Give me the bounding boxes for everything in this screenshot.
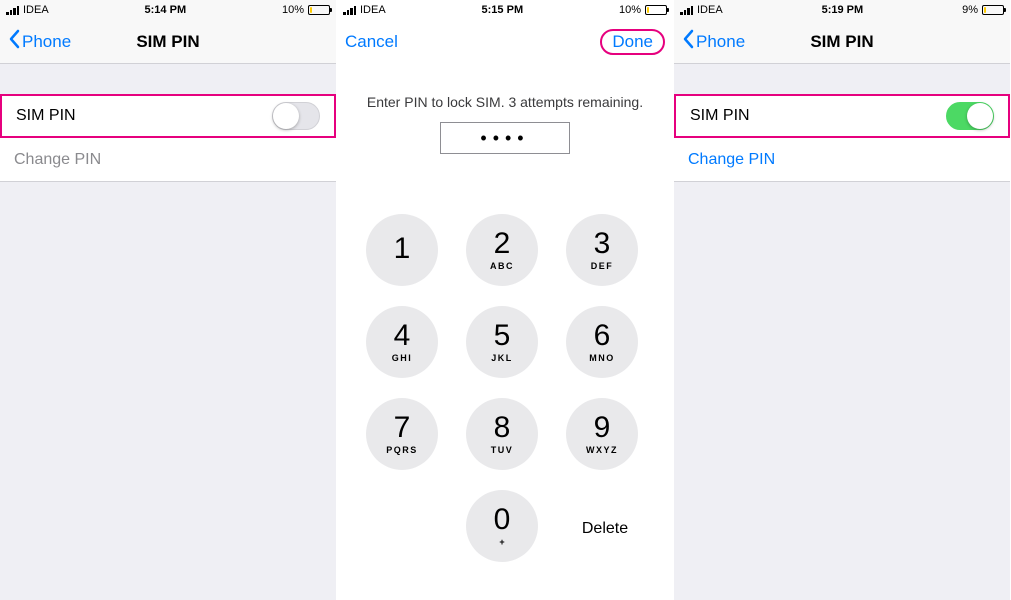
carrier-label: IDEA <box>23 4 49 16</box>
done-label: Done <box>612 31 653 53</box>
done-button[interactable]: Done <box>600 29 665 55</box>
delete-label: Delete <box>582 520 628 538</box>
battery-icon <box>308 5 330 15</box>
cancel-label: Cancel <box>345 32 398 52</box>
battery-icon <box>982 5 1004 15</box>
carrier-label: IDEA <box>360 4 386 16</box>
chevron-left-icon <box>682 29 694 54</box>
back-button[interactable]: Phone <box>682 29 745 54</box>
sim-pin-row[interactable]: SIM PIN <box>0 94 336 138</box>
keypad-key-2[interactable]: 2 ABC <box>466 214 538 286</box>
status-bar: IDEA 5:15 PM 10% <box>337 0 673 20</box>
screen-pin-entry: IDEA 5:15 PM 10% Cancel Done Enter PIN t… <box>337 0 674 600</box>
signal-icon <box>343 5 356 15</box>
pin-field[interactable]: •••• <box>440 122 570 154</box>
signal-icon <box>680 5 693 15</box>
keypad-key-3[interactable]: 3 DEF <box>566 214 638 286</box>
sim-pin-switch[interactable] <box>272 102 320 130</box>
keypad-key-8[interactable]: 8 TUV <box>466 398 538 470</box>
back-button[interactable]: Phone <box>8 29 71 54</box>
keypad-key-6[interactable]: 6 MNO <box>566 306 638 378</box>
keypad-key-0[interactable]: 0 + <box>466 490 538 562</box>
nav-bar: Phone SIM PIN <box>0 20 336 64</box>
battery-icon <box>645 5 667 15</box>
keypad-key-7[interactable]: 7 PQRS <box>366 398 438 470</box>
sim-pin-label: SIM PIN <box>690 107 750 125</box>
status-bar: IDEA 5:14 PM 10% <box>0 0 336 20</box>
change-pin-row[interactable]: Change PIN <box>674 138 1010 182</box>
chevron-left-icon <box>8 29 20 54</box>
keypad-key-5[interactable]: 5 JKL <box>466 306 538 378</box>
change-pin-label: Change PIN <box>688 151 775 169</box>
change-pin-row: Change PIN <box>0 138 336 182</box>
clock-label: 5:15 PM <box>482 4 524 16</box>
pin-masked-value: •••• <box>480 128 529 149</box>
cancel-button[interactable]: Cancel <box>345 32 398 52</box>
keypad-spacer <box>366 490 438 562</box>
keypad-key-1[interactable]: 1 <box>366 214 438 286</box>
change-pin-label: Change PIN <box>14 151 101 169</box>
battery-percent: 10% <box>282 4 304 16</box>
signal-icon <box>6 5 19 15</box>
sim-pin-row[interactable]: SIM PIN <box>674 94 1010 138</box>
battery-percent: 10% <box>619 4 641 16</box>
carrier-label: IDEA <box>697 4 723 16</box>
keypad-key-9[interactable]: 9 WXYZ <box>566 398 638 470</box>
nav-bar: Cancel Done <box>337 20 673 64</box>
sim-pin-label: SIM PIN <box>16 107 76 125</box>
keypad-key-4[interactable]: 4 GHI <box>366 306 438 378</box>
screen-sim-pin-off: IDEA 5:14 PM 10% Phone SIM PIN SIM PIN C… <box>0 0 337 600</box>
sim-pin-switch[interactable] <box>946 102 994 130</box>
clock-label: 5:19 PM <box>822 4 864 16</box>
screen-sim-pin-on: IDEA 5:19 PM 9% Phone SIM PIN SIM PIN Ch… <box>674 0 1011 600</box>
nav-bar: Phone SIM PIN <box>674 20 1010 64</box>
pin-prompt: Enter PIN to lock SIM. 3 attempts remain… <box>337 94 673 110</box>
status-bar: IDEA 5:19 PM 9% <box>674 0 1010 20</box>
battery-percent: 9% <box>962 4 978 16</box>
numeric-keypad: 1 2 ABC 3 DEF 4 GHI 5 JKL 6 MNO 7 PQRS 8 <box>337 214 673 568</box>
back-label: Phone <box>696 32 745 52</box>
clock-label: 5:14 PM <box>145 4 187 16</box>
back-label: Phone <box>22 32 71 52</box>
keypad-delete-button[interactable]: Delete <box>566 490 644 568</box>
